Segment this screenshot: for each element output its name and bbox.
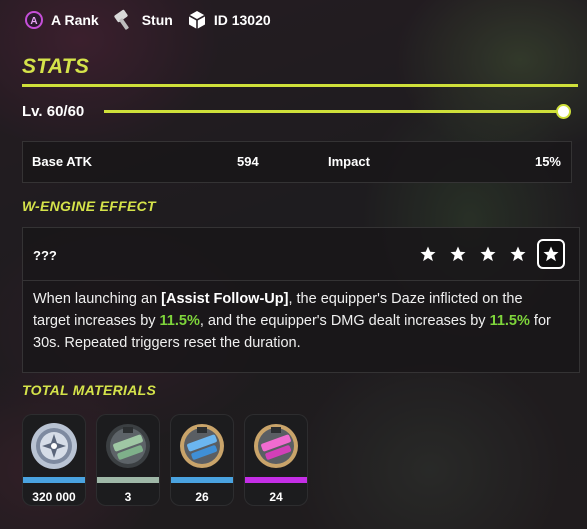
material-card[interactable]: 3 [96, 414, 160, 506]
id-tag: ID 13020 [187, 10, 271, 30]
purple-component-icon [245, 415, 307, 477]
material-card[interactable]: 24 [244, 414, 308, 506]
impact-value: 15% [534, 154, 561, 169]
star-icon [510, 246, 526, 262]
star-icon [450, 246, 466, 262]
green-component-icon [97, 415, 159, 477]
material-card[interactable]: 320 000 [22, 414, 86, 506]
rarity-band [171, 477, 233, 483]
refinement-star-3[interactable] [477, 243, 499, 265]
level-label: Lv. 60/60 [22, 103, 85, 120]
desc-text: When launching an [33, 291, 162, 307]
wengine-effect-header: ??? [23, 228, 579, 281]
refinement-star-2[interactable] [447, 243, 469, 265]
desc-value: 11.5% [489, 313, 530, 329]
refinement-star-5-selected[interactable] [537, 239, 565, 269]
desc-text: , and the equipper's DMG dealt increases… [199, 313, 490, 329]
desc-keyword: [Assist Follow-Up] [161, 291, 289, 307]
rank-label: A Rank [51, 12, 99, 28]
cube-icon [187, 10, 207, 30]
refinement-selector [417, 239, 565, 269]
refinement-star-4[interactable] [507, 243, 529, 265]
rarity-band [97, 477, 159, 483]
base-atk-label: Base ATK [32, 154, 92, 169]
attribute-label: Stun [141, 12, 173, 28]
star-icon [480, 246, 496, 262]
effect-name: ??? [33, 248, 57, 263]
refinement-star-1[interactable] [417, 243, 439, 265]
material-quantity: 24 [269, 490, 283, 504]
wengine-effect-title: W-ENGINE EFFECT [22, 198, 156, 214]
effect-description: When launching an [Assist Follow-Up], th… [33, 288, 563, 354]
id-label: ID 13020 [213, 12, 271, 28]
svg-text:A: A [30, 16, 37, 27]
material-quantity: 3 [124, 490, 132, 504]
wengine-effect-panel: ??? When launching an [Assist Follow-Up]… [22, 227, 580, 373]
level-slider-track[interactable] [104, 110, 564, 113]
rank-tag: A A Rank [24, 10, 99, 30]
rarity-band [23, 477, 85, 483]
material-quantity: 320 000 [32, 490, 76, 504]
material-card[interactable]: 26 [170, 414, 234, 506]
denny-coin-icon [23, 415, 85, 477]
material-quantity: 26 [195, 490, 209, 504]
section-divider [22, 84, 578, 87]
rarity-band [245, 477, 307, 483]
star-icon [543, 246, 559, 262]
level-slider-handle[interactable] [556, 104, 571, 119]
a-rank-icon: A [24, 10, 44, 30]
stun-hammer-icon [113, 9, 135, 31]
stats-panel: Base ATK 594 Impact 15% [22, 141, 572, 183]
total-materials-title: TOTAL MATERIALS [22, 382, 157, 398]
attribute-tag: Stun [113, 9, 173, 31]
base-atk-value: 594 [237, 154, 259, 169]
blue-component-icon [171, 415, 233, 477]
desc-value: 11.5% [159, 313, 200, 329]
impact-label: Impact [328, 154, 370, 169]
star-icon [420, 246, 436, 262]
stats-title: STATS [22, 55, 90, 78]
header-bar: A A Rank Stun ID 13020 [24, 8, 271, 32]
